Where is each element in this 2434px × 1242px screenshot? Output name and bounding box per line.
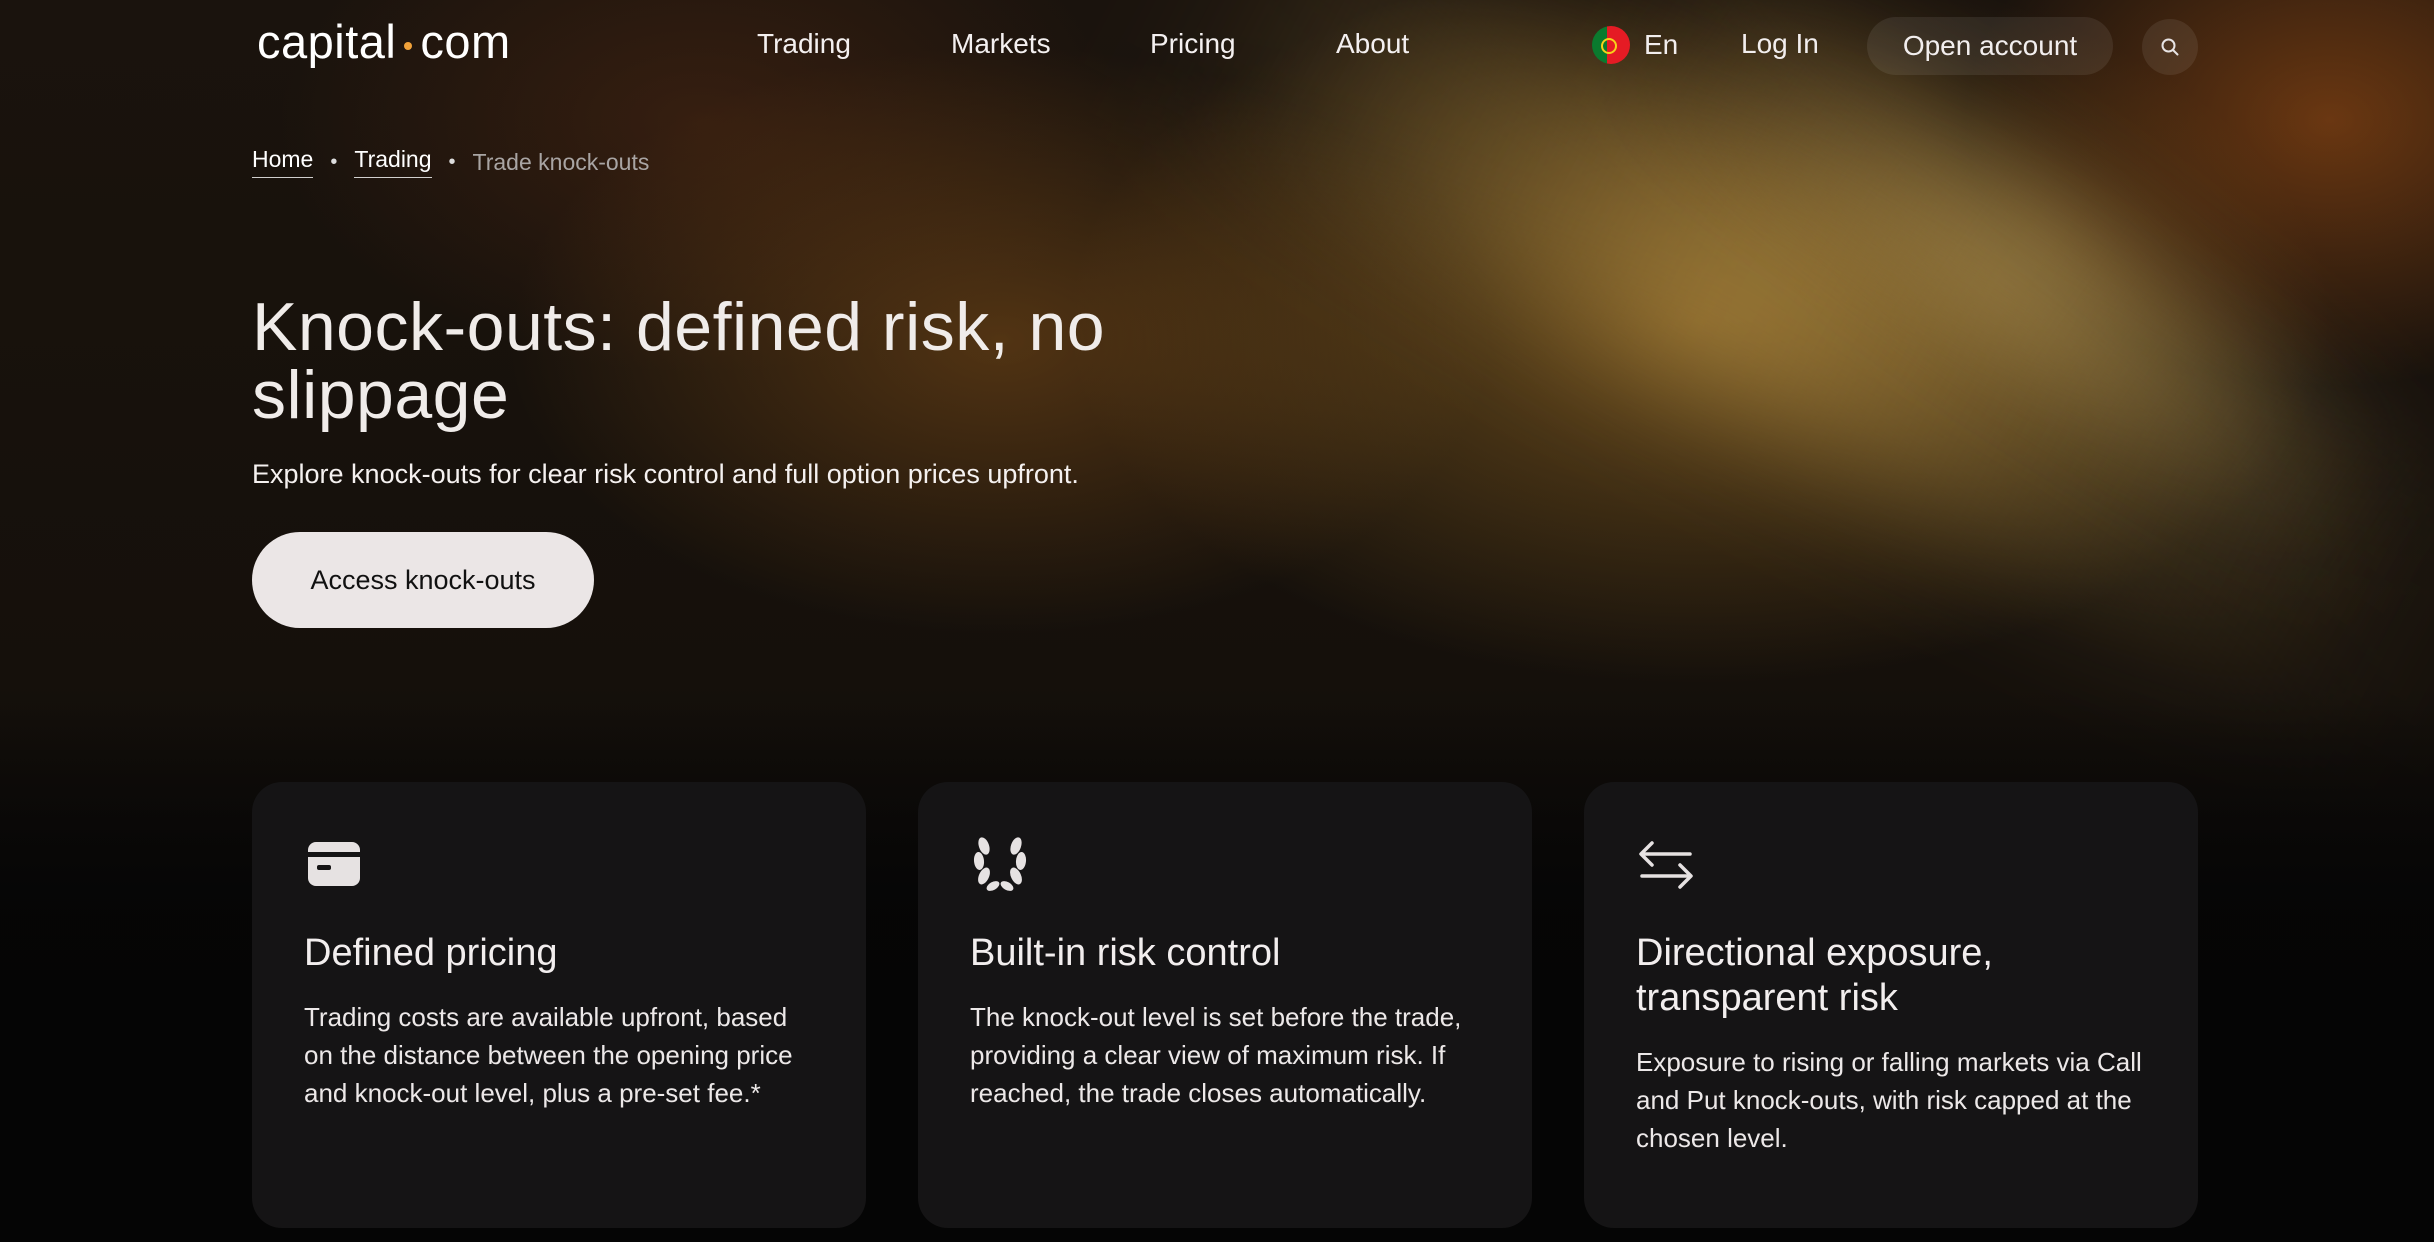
card-icon (308, 842, 360, 886)
card-text: Trading costs are available upfront, bas… (304, 1002, 793, 1108)
nav-trading[interactable]: Trading (757, 28, 851, 60)
card-title: Directional exposure, transparent risk (1636, 932, 1993, 1019)
nav-about[interactable]: About (1336, 28, 1409, 60)
card-text: The knock-out level is set before the tr… (970, 1002, 1462, 1108)
card-title: Defined pricing (304, 932, 558, 974)
search-icon (2161, 38, 2179, 56)
card-text: Exposure to rising or falling markets vi… (1636, 1047, 2142, 1153)
search-button[interactable] (2142, 19, 2198, 75)
breadcrumb-separator: • (330, 150, 338, 173)
logo-text-left: capital (257, 15, 397, 68)
page-title: Knock-outs: defined risk, no slippage (252, 289, 1106, 433)
portugal-flag-icon (1592, 26, 1630, 64)
hero-subtitle: Explore knock-outs for clear risk contro… (252, 459, 1079, 489)
breadcrumb-current: Trade knock-outs (472, 148, 650, 175)
language-selector[interactable]: En (1592, 26, 1678, 64)
feature-card-directional-exposure: Directional exposure, transparent risk E… (1584, 782, 2198, 1228)
logo-dot-icon (404, 41, 413, 50)
open-account-button[interactable]: Open account (1867, 17, 2113, 75)
feature-card-defined-pricing: Defined pricing Trading costs are availa… (252, 782, 866, 1228)
access-knock-outs-button[interactable]: Access knock-outs (252, 532, 594, 628)
site-header: capital com Trading Markets Pricing Abou… (0, 0, 2434, 90)
breadcrumb: Home • Trading • Trade knock-outs (252, 146, 649, 178)
arrows-exchange-icon (1639, 841, 1693, 889)
capital-com-logo[interactable]: capital com (257, 14, 511, 69)
breadcrumb-home[interactable]: Home (252, 146, 314, 178)
laurel-icon (973, 837, 1027, 891)
breadcrumb-separator: • (448, 150, 456, 173)
feature-card-risk-control: Built-in risk control The knock-out leve… (918, 782, 1532, 1228)
breadcrumb-trading[interactable]: Trading (354, 146, 432, 178)
logo-text-right: com (420, 15, 511, 68)
nav-pricing[interactable]: Pricing (1150, 28, 1236, 60)
language-label: En (1644, 29, 1679, 60)
login-link[interactable]: Log In (1741, 28, 1819, 60)
card-title: Built-in risk control (970, 932, 1281, 974)
nav-markets[interactable]: Markets (951, 28, 1051, 60)
